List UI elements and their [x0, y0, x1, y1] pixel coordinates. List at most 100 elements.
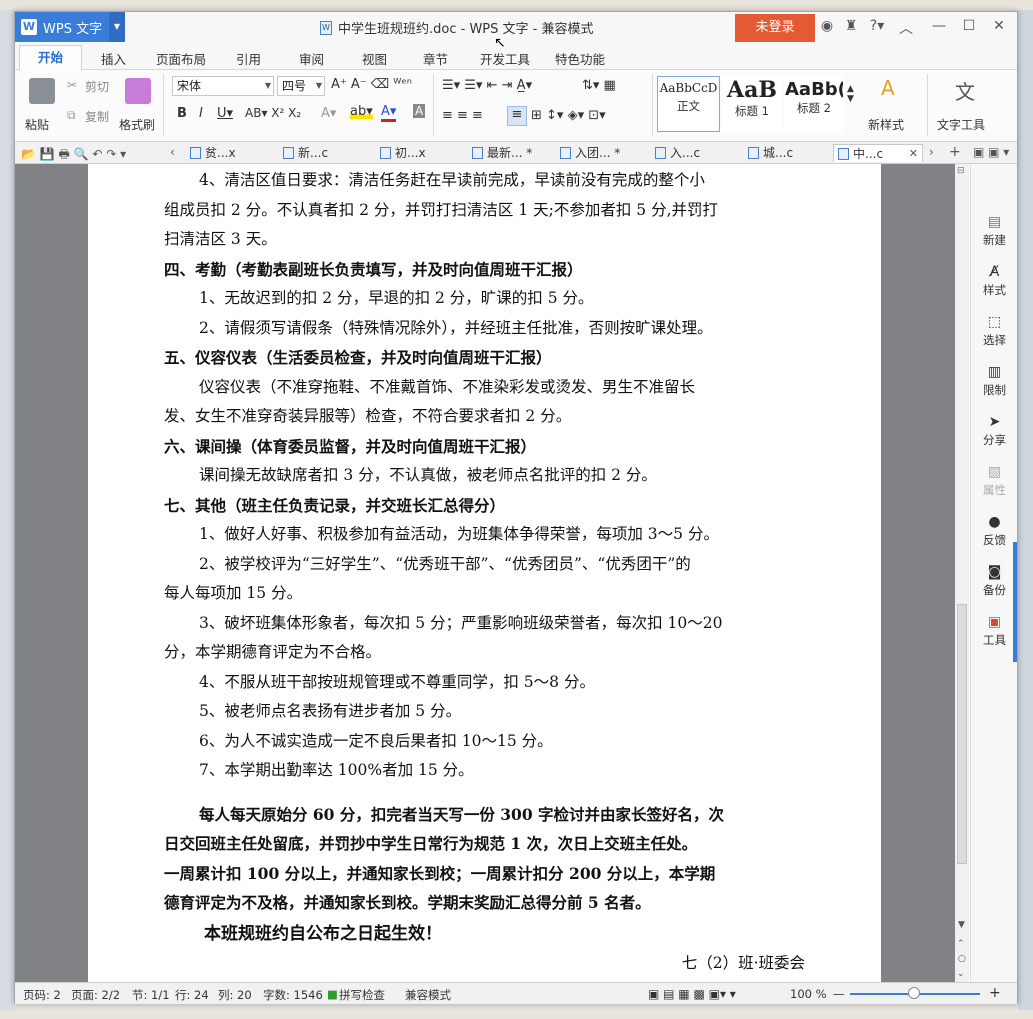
styles-scroll-icon[interactable]: ▲ ▼ — [847, 84, 854, 104]
help-icon[interactable]: ?▾ — [865, 18, 889, 34]
close-icon[interactable]: ✕ — [909, 145, 918, 163]
tab-insert[interactable]: 插入 — [95, 49, 132, 68]
font-color-icon[interactable]: A▾ — [381, 104, 397, 122]
doc-tab[interactable]: 新...c — [283, 144, 328, 162]
zoom-level[interactable]: 100 % — [790, 987, 827, 1001]
doc-tab[interactable]: 贫...x — [190, 144, 236, 162]
char-shading-icon[interactable]: A — [413, 104, 426, 118]
tab-view[interactable]: 视图 — [356, 49, 393, 68]
side-restrict[interactable]: ▥ 限制 — [971, 364, 1018, 398]
view-mode-icons[interactable]: ▣ ▤ ▦ ▩ ▣▾ ▾ — [648, 987, 736, 1001]
spellcheck-icon: ■ — [327, 987, 338, 1001]
text-tools-icon[interactable]: 文 — [955, 76, 975, 105]
strikethrough-icon[interactable]: AB▾ X² X₂ — [245, 106, 301, 120]
quick-access-icons[interactable]: 📂 💾 🖶 🔍 ↶ ↷ ▾ — [21, 145, 126, 166]
zoom-slider-handle[interactable] — [908, 987, 920, 999]
scissors-icon[interactable]: ✂ — [67, 78, 77, 92]
text-effect-icon[interactable]: A▾ — [321, 106, 336, 121]
prev-page-icon[interactable]: ⌃ — [957, 939, 965, 949]
distributed-icon[interactable]: ⊞ ↕▾ ◈▾ ⊡▾ — [531, 108, 606, 123]
status-section: 节: 1/1 — [132, 988, 170, 1002]
status-words[interactable]: 字数: 1546 — [263, 987, 323, 1003]
browse-object-icon[interactable]: ○ — [958, 954, 966, 964]
scroll-right-icon[interactable]: › — [929, 145, 934, 159]
minimize-icon[interactable]: — — [930, 18, 948, 34]
side-backup[interactable]: ◙ 备份 — [971, 564, 1018, 598]
copy-icon[interactable]: ⧉ — [67, 108, 76, 123]
document-line: 3、破坏班集体形象者，每次扣 5 分；严重影响班级荣誉者，每次扣 10～20 — [199, 613, 723, 632]
divider — [433, 74, 434, 136]
tab-options-icon[interactable]: ▣ ▣ ▾ — [973, 145, 1009, 159]
format-painter-button[interactable]: 格式刷 — [119, 116, 155, 133]
style-heading1[interactable]: AaB 标题 1 — [722, 76, 782, 132]
next-page-icon[interactable]: ⌄ — [957, 969, 965, 979]
close-icon[interactable]: ✕ — [990, 18, 1008, 34]
tab-chapter[interactable]: 章节 — [417, 49, 454, 68]
document-page[interactable]: 4、清洁区值日要求：清洁任务赶在早读前完成，早读前没有完成的整个小 组成员扣 2 … — [88, 164, 881, 982]
collapse-icon[interactable]: ︿ — [897, 18, 915, 38]
doc-tab[interactable]: 最新... * — [472, 144, 532, 162]
tab-home[interactable]: 开始 — [19, 45, 83, 71]
side-properties[interactable]: ▧ 属性 — [971, 464, 1018, 498]
vertical-scrollbar[interactable]: ⊟ ▼ ⌃ ○ ⌄ — [955, 164, 969, 982]
app-menu-button[interactable]: W WPS 文字 ▼ — [15, 12, 125, 42]
document-content: 4、清洁区值日要求：清洁任务赶在早读前完成，早读前没有完成的整个小 组成员扣 2 … — [164, 166, 809, 979]
status-compat: 兼容模式 — [405, 988, 451, 1002]
cut-button[interactable]: 剪切 — [85, 78, 109, 95]
scroll-left-icon[interactable]: ‹ — [170, 145, 175, 159]
doc-tab-active[interactable]: 中...c ✕ — [833, 144, 923, 162]
wps-window: W WPS 文字 ▼ W 中学生班规班约.doc - WPS 文字 - 兼容模式… — [14, 11, 1018, 1004]
scroll-down-icon[interactable]: ▼ — [958, 920, 965, 930]
side-select[interactable]: ⬚ 选择 — [971, 314, 1018, 348]
zoom-out-icon[interactable]: — — [833, 987, 845, 1001]
sort-icon[interactable]: ⇅▾ ▦ — [582, 78, 616, 93]
style-sample: AaB — [727, 77, 777, 103]
side-style[interactable]: A̸ 样式 — [971, 264, 1018, 298]
chevron-down-icon[interactable]: ▼ — [109, 12, 125, 42]
format-painter-icon[interactable] — [125, 78, 151, 104]
text-tools-button[interactable]: 文字工具 — [937, 116, 985, 133]
highlight-icon[interactable]: ab▾ — [350, 104, 373, 119]
side-tools[interactable]: ▣ 工具 — [971, 614, 1018, 648]
document-icon — [380, 147, 391, 159]
spellcheck-button[interactable]: 拼写检查 — [339, 987, 385, 1003]
doc-tab[interactable]: 城...c — [748, 144, 793, 162]
grow-font-icon[interactable]: A⁺ A⁻ ⌫ ᵂᵉⁿ — [331, 77, 412, 92]
tab-page-layout[interactable]: 页面布局 — [150, 49, 212, 68]
font-size-select[interactable]: 四号 ▼ — [277, 76, 325, 96]
italic-icon[interactable]: I — [199, 106, 203, 121]
paste-button[interactable]: 粘贴 — [25, 116, 49, 133]
tab-developer[interactable]: 开发工具 — [474, 49, 536, 68]
shirt-icon[interactable]: ♜ — [842, 18, 860, 34]
align-left-icon[interactable]: ≡ ≡ ≡ — [442, 108, 483, 123]
new-style-icon[interactable]: A — [881, 76, 895, 100]
doc-tab[interactable]: 入团... * — [560, 144, 620, 162]
split-icon[interactable]: ⊟ — [957, 166, 965, 176]
document-icon — [655, 147, 666, 159]
tab-references[interactable]: 引用 — [230, 49, 267, 68]
new-tab-icon[interactable]: + — [949, 144, 961, 160]
login-button[interactable]: 未登录 — [735, 14, 815, 42]
paste-icon[interactable] — [29, 78, 55, 104]
style-normal[interactable]: AaBbCcD 正文 — [657, 76, 720, 132]
underline-icon[interactable]: U▾ — [217, 106, 233, 121]
tab-review[interactable]: 审阅 — [293, 49, 330, 68]
side-feedback[interactable]: ● 反馈 — [971, 514, 1018, 548]
style-heading2[interactable]: AaBb( 标题 2 — [784, 76, 844, 132]
doc-tab[interactable]: 初...x — [380, 144, 426, 162]
status-page-num: 页码: 2 — [23, 988, 61, 1002]
copy-button[interactable]: 复制 — [85, 108, 109, 125]
font-name-select[interactable]: 宋体 ▼ — [172, 76, 274, 96]
side-new[interactable]: ▤ 新建 — [971, 214, 1018, 248]
side-share[interactable]: ➤ 分享 — [971, 414, 1018, 448]
scrollbar-thumb[interactable] — [957, 604, 967, 864]
new-style-button[interactable]: 新样式 — [868, 116, 904, 133]
justify-icon[interactable]: ≡ — [507, 106, 527, 126]
maximize-icon[interactable]: ☐ — [960, 18, 978, 34]
tab-special[interactable]: 特色功能 — [549, 49, 611, 68]
bullets-icon[interactable]: ☰▾ ☰▾ ⇤ ⇥ A̲▾ — [442, 78, 532, 93]
skin-icon[interactable]: ◉ — [818, 18, 836, 34]
doc-tab[interactable]: 入...c — [655, 144, 700, 162]
bold-icon[interactable]: B — [177, 106, 187, 121]
zoom-in-icon[interactable]: + — [989, 985, 1001, 1001]
